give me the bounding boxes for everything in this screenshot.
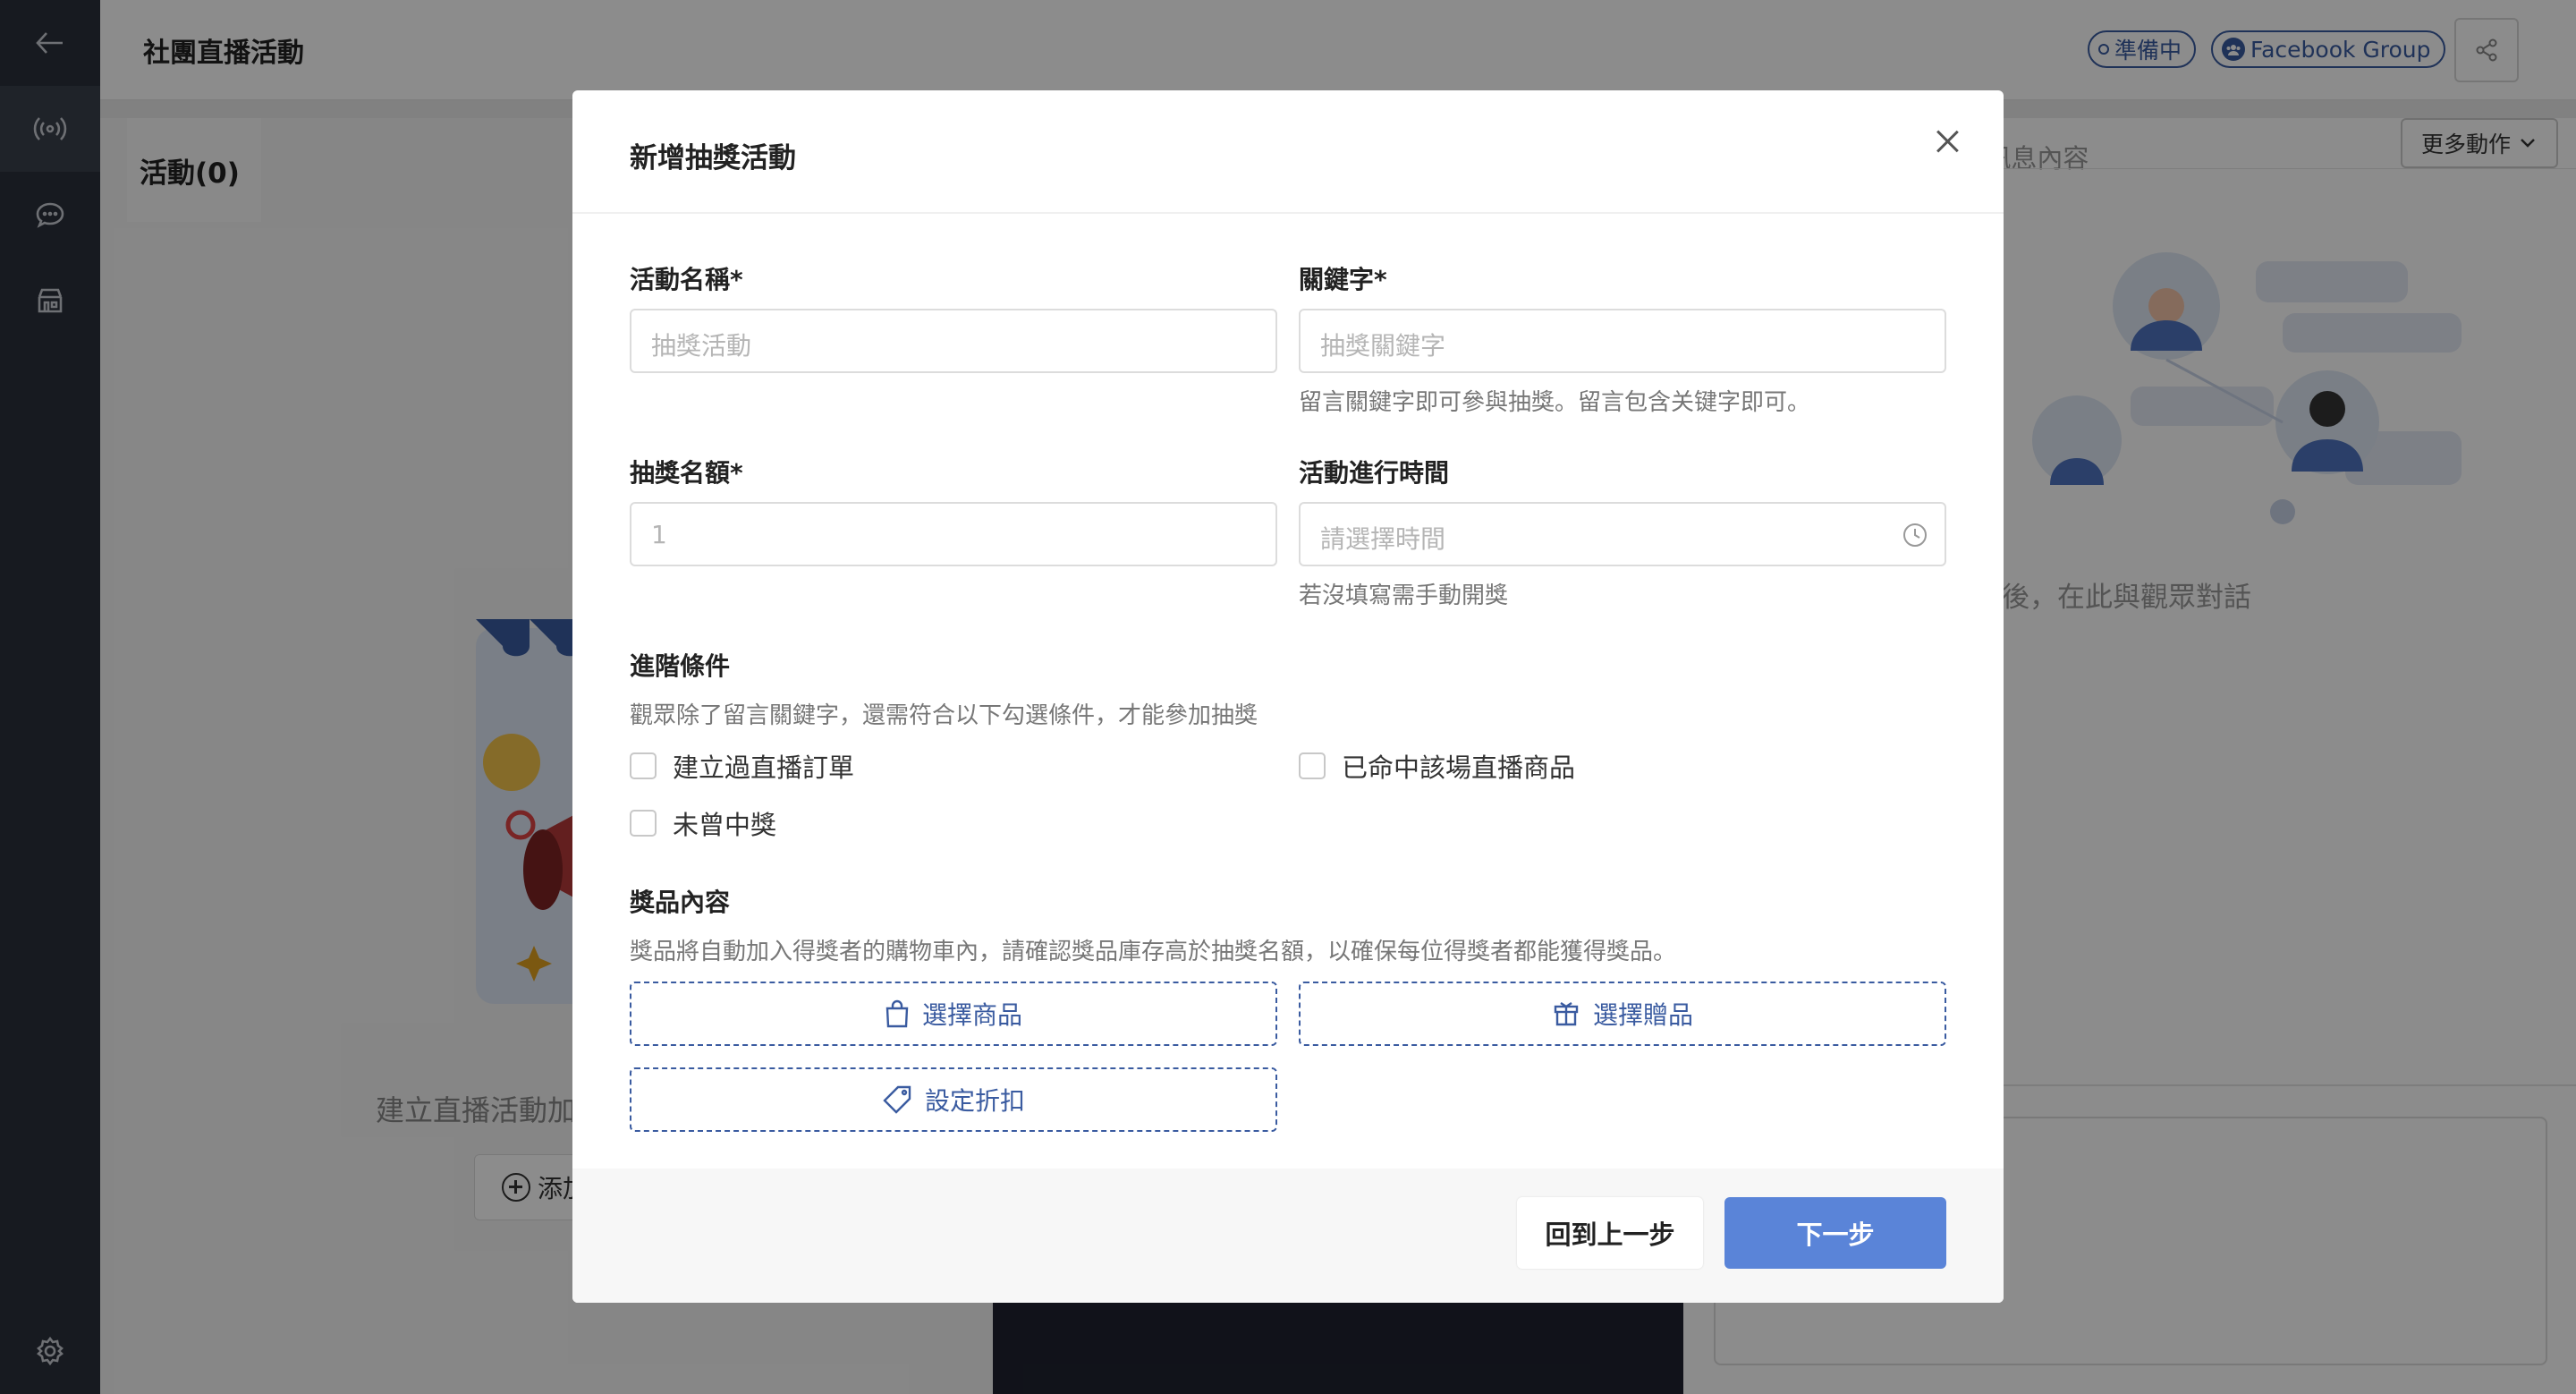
create-lottery-modal: 新增抽獎活動 活動名稱* 抽獎活動 關鍵字* 抽獎關鍵字 留言關鍵字即可參與抽獎… xyxy=(572,90,2004,1303)
activity-time-picker[interactable]: 請選擇時間 xyxy=(1299,502,1946,566)
activity-time-help: 若沒填寫需手動開獎 xyxy=(1299,582,1509,609)
activity-time-label: 活動進行時間 xyxy=(1299,458,1450,488)
winner-count-label: 抽獎名額* xyxy=(630,458,743,488)
close-icon[interactable] xyxy=(1930,124,1966,160)
winner-count-placeholder: 1 xyxy=(651,520,667,549)
keyword-input[interactable]: 抽獎關鍵字 xyxy=(1299,309,1946,373)
prize-description: 獎品將自動加入得獎者的購物車內，請確認獎品庫存高於抽獎名額，以確保每位得獎者都能… xyxy=(630,939,1677,965)
checkbox-never-won-label[interactable]: 未曾中獎 xyxy=(673,804,776,842)
prize-title: 獎品內容 xyxy=(630,888,731,917)
select-product-button[interactable]: 選擇商品 xyxy=(630,982,1277,1046)
modal-title: 新增抽獎活動 xyxy=(630,142,796,174)
back-step-button[interactable]: 回到上一步 xyxy=(1517,1197,1703,1269)
select-gift-button[interactable]: 選擇贈品 xyxy=(1299,982,1946,1046)
select-gift-label: 選擇贈品 xyxy=(1592,1000,1693,1030)
winner-count-input[interactable]: 1 xyxy=(630,502,1277,566)
keyword-help: 留言關鍵字即可參與抽獎。留言包含关键字即可。 xyxy=(1299,389,1811,416)
keyword-placeholder: 抽獎關鍵字 xyxy=(1320,331,1446,361)
set-discount-button[interactable]: 設定折扣 xyxy=(630,1067,1277,1132)
checkbox-hit-product[interactable] xyxy=(1299,752,1326,779)
select-product-label: 選擇商品 xyxy=(921,1000,1022,1030)
next-step-button[interactable]: 下一步 xyxy=(1724,1197,1946,1269)
clock-icon xyxy=(1903,523,1927,547)
activity-time-placeholder: 請選擇時間 xyxy=(1320,524,1446,554)
activity-name-input[interactable]: 抽獎活動 xyxy=(630,309,1277,373)
activity-name-placeholder: 抽獎活動 xyxy=(651,331,752,361)
tag-icon xyxy=(883,1085,911,1114)
keyword-label: 關鍵字* xyxy=(1299,265,1387,294)
checkbox-live-order[interactable] xyxy=(630,752,657,779)
checkbox-never-won[interactable] xyxy=(630,810,657,837)
activity-name-label: 活動名稱* xyxy=(630,265,743,294)
checkbox-hit-product-label[interactable]: 已命中該場直播商品 xyxy=(1342,747,1575,785)
advanced-conditions-title: 進階條件 xyxy=(630,651,731,681)
modal-footer: 回到上一步 下一步 xyxy=(572,1169,2004,1303)
set-discount-label: 設定折扣 xyxy=(924,1086,1025,1116)
shopping-bag-icon xyxy=(886,999,909,1028)
advanced-conditions-description: 觀眾除了留言關鍵字，還需符合以下勾選條件，才能參加抽獎 xyxy=(630,702,1258,729)
checkbox-live-order-label[interactable]: 建立過直播訂單 xyxy=(673,747,854,785)
modal-header: 新增抽獎活動 xyxy=(572,90,2004,214)
gift-icon xyxy=(1554,1002,1579,1026)
